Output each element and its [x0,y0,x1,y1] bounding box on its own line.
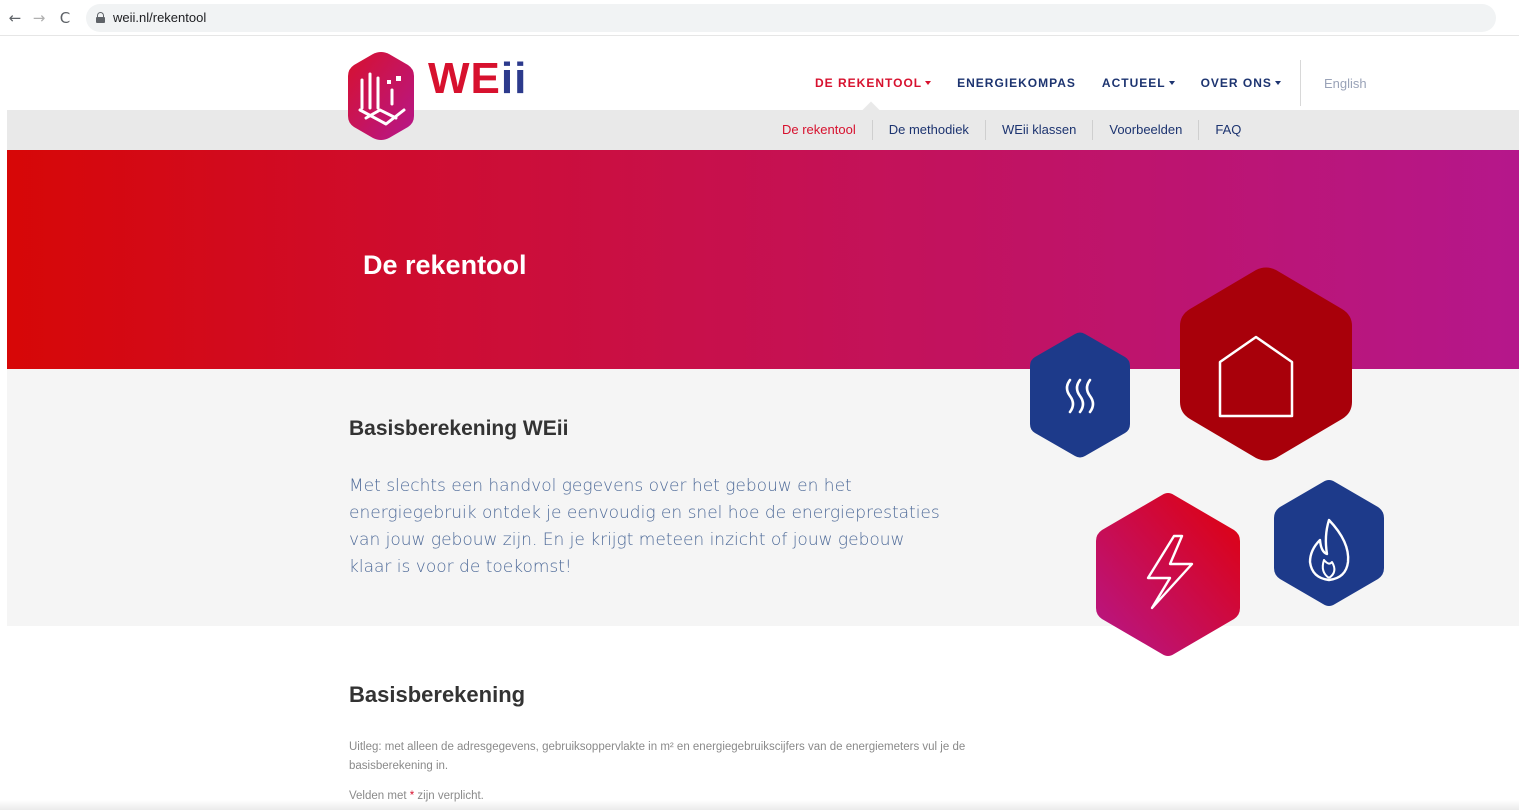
lightning-hexagon [1096,493,1240,656]
address-bar[interactable]: weii.nl/rekentool [86,3,1496,32]
nav-energiekompas[interactable]: ENERGIEKOMPAS [957,76,1076,90]
form-heading: Basisberekening [349,682,526,707]
subnav-de-rekentool[interactable]: De rekentool [782,120,872,140]
heat-hexagon [1030,332,1130,458]
nav-label: OVER ONS [1200,76,1272,90]
flame-hexagon [1274,480,1384,606]
caret-down-icon [1274,81,1281,85]
nav-actueel[interactable]: ACTUEEL [1102,76,1175,90]
subnav-faq[interactable]: FAQ [1198,120,1257,140]
lock-icon [96,12,105,23]
nav-label: DE REKENTOOL [815,76,923,90]
url-text[interactable]: weii.nl/rekentool [113,10,206,25]
reload-icon[interactable]: C [54,7,76,29]
house-hexagon [1180,267,1352,461]
caret-down-icon [1168,81,1175,85]
page-title: De rekentool [363,250,527,280]
forward-arrow-icon[interactable]: → [28,7,50,29]
logo-text-we: WE [428,54,501,103]
nav-divider [1300,60,1301,106]
logo-wordmark: WEii [428,54,527,104]
intro-heading: Basisberekening WEii [349,417,569,440]
nav-label: ACTUEEL [1101,76,1166,90]
subnav-weii-klassen[interactable]: WEii klassen [984,120,1092,140]
energy-hexagons-illustration [1030,267,1384,656]
subnav-de-methodiek[interactable]: De methodiek [871,120,985,140]
subnav-bar [7,110,1519,150]
subnav-voorbeelden[interactable]: Voorbeelden [1092,120,1198,140]
nav-over-ons[interactable]: OVER ONS [1201,76,1281,90]
weii-logo[interactable]: WEii [346,48,527,144]
bottom-fade [0,800,1519,810]
nav-label: ENERGIEKOMPAS [957,76,1076,90]
caret-down-icon [925,81,932,85]
back-arrow-icon[interactable]: ← [4,7,26,29]
form-explanation: Uitleg: met alleen de adresgegevens, geb… [349,741,966,772]
logo-hexagon-icon [348,52,414,140]
site-header [0,37,1519,110]
logo-text-ii: ii [500,54,528,103]
nav-de-rekentool[interactable]: DE REKENTOOL [815,76,932,90]
sub-nav: De rekentool De methodiek WEii klassen V… [782,110,1257,150]
intro-text: Met slechts een handvol gegevens over he… [349,476,940,577]
main-nav: DE REKENTOOL ENERGIEKOMPAS ACTUEEL OVER … [815,76,1307,90]
language-switch-link[interactable]: English [1324,76,1367,91]
browser-toolbar: ← → C weii.nl/rekentool [0,0,1519,36]
